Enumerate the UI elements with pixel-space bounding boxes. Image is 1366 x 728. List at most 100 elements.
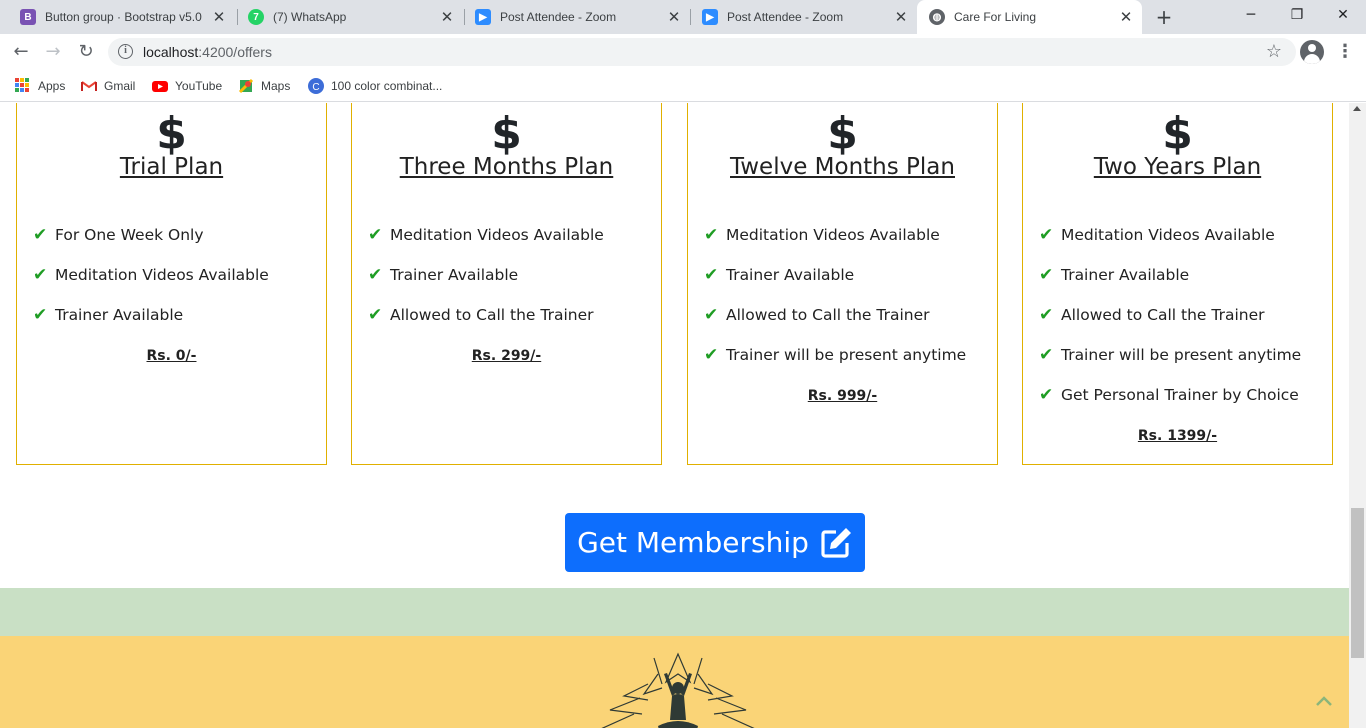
tab-strip: B Button group · Bootstrap v5.0 ✕ 7 (7) …	[0, 0, 1366, 34]
feature-item: ✔ Trainer Available	[368, 255, 604, 295]
feature-item: ✔ Get Personal Trainer by Choice	[1039, 375, 1301, 415]
feature-item: ✔ For One Week Only	[33, 215, 269, 255]
tab-title: Post Attendee - Zoom	[500, 10, 617, 24]
feature-text: Trainer will be present anytime	[1061, 346, 1302, 364]
dollar-icon: $	[156, 108, 187, 159]
url-text: localhost:4200/offers	[143, 38, 272, 66]
feature-text: For One Week Only	[55, 226, 204, 244]
back-button[interactable]: ←	[8, 40, 34, 64]
bookmark-color-combinations[interactable]: C 100 color combinat...	[308, 76, 442, 96]
close-icon[interactable]: ✕	[211, 8, 227, 26]
zoom-icon: ▶	[702, 9, 718, 25]
feature-text: Meditation Videos Available	[390, 226, 604, 244]
check-icon: ✔	[33, 265, 48, 285]
page-viewport: $ Trial Plan ✔ For One Week Only ✔ Meditat…	[0, 103, 1366, 728]
feature-item: ✔ Trainer Available	[704, 255, 966, 295]
get-membership-button[interactable]: Get Membership	[565, 513, 865, 572]
close-icon[interactable]: ✕	[439, 8, 455, 26]
globe-icon: ◍	[929, 9, 945, 25]
vertical-scrollbar[interactable]	[1349, 103, 1366, 728]
plan-price: Rs. 299/-	[471, 348, 542, 364]
check-icon: ✔	[704, 265, 719, 285]
feature-list: ✔ Meditation Videos Available ✔ Trainer Av…	[368, 215, 604, 335]
bookmark-gmail[interactable]: Gmail	[81, 76, 135, 96]
feature-text: Meditation Videos Available	[55, 266, 269, 284]
bookmarks-bar: Apps Gmail YouTube Maps C 100 color comb…	[0, 70, 1366, 102]
feature-item: ✔ Allowed to Call the Trainer	[368, 295, 604, 335]
close-icon[interactable]: ✕	[893, 8, 909, 26]
scrollbar-thumb[interactable]	[1351, 508, 1364, 658]
plan-card-three-months: $ Three Months Plan ✔ Meditation Videos A…	[351, 103, 662, 465]
url-input[interactable]: i localhost:4200/offers ☆	[108, 38, 1296, 66]
feature-item: ✔ Meditation Videos Available	[33, 255, 269, 295]
scroll-up-arrow-icon[interactable]	[1353, 106, 1361, 111]
site-info-icon[interactable]: i	[118, 44, 133, 59]
plan-title: Trial Plan	[119, 154, 224, 180]
tab-title: (7) WhatsApp	[273, 10, 347, 24]
bookmark-label: Apps	[38, 79, 66, 93]
feature-text: Trainer Available	[390, 266, 519, 284]
bookmark-label: Gmail	[104, 79, 136, 93]
feature-item: ✔ Meditation Videos Available	[368, 215, 604, 255]
feature-item: ✔ Allowed to Call the Trainer	[704, 295, 966, 335]
feature-item: ✔ Meditation Videos Available	[704, 215, 966, 255]
feature-list: ✔ For One Week Only ✔ Meditation Videos Av…	[33, 215, 269, 335]
window-close-button[interactable]: ✕	[1320, 0, 1366, 30]
feature-item: ✔ Trainer Available	[33, 295, 269, 335]
tab-bootstrap[interactable]: B Button group · Bootstrap v5.0 ✕	[8, 0, 235, 34]
url-host: localhost	[143, 44, 199, 60]
check-icon: ✔	[33, 305, 48, 325]
check-icon: ✔	[1039, 345, 1054, 365]
close-icon[interactable]: ✕	[1118, 8, 1134, 26]
bookmark-maps[interactable]: Maps	[238, 76, 290, 96]
bookmark-star-icon[interactable]: ☆	[1266, 41, 1282, 62]
feature-text: Get Personal Trainer by Choice	[1061, 386, 1299, 404]
tab-care-for-living[interactable]: ◍ Care For Living ✕	[917, 0, 1142, 34]
plan-price: Rs. 0/-	[146, 348, 197, 364]
tab-zoom-2[interactable]: ▶ Post Attendee - Zoom ✕	[690, 0, 917, 34]
reload-button[interactable]: ↻	[73, 40, 99, 64]
tab-whatsapp[interactable]: 7 (7) WhatsApp ✕	[236, 0, 463, 34]
bookmark-apps[interactable]: Apps	[15, 76, 65, 96]
profile-avatar[interactable]	[1300, 40, 1324, 64]
feature-item: ✔ Allowed to Call the Trainer	[1039, 295, 1301, 335]
plan-title: Three Months Plan	[399, 154, 614, 180]
maps-icon	[238, 78, 254, 94]
minimize-button[interactable]: ─	[1228, 0, 1274, 30]
address-bar: ← → ↻ i localhost:4200/offers ☆	[0, 34, 1366, 70]
apps-grid-icon	[15, 78, 31, 94]
plan-price: Rs. 999/-	[807, 388, 878, 404]
bookmark-label: Maps	[261, 79, 291, 93]
tab-zoom-1[interactable]: ▶ Post Attendee - Zoom ✕	[463, 0, 690, 34]
menu-kebab-icon[interactable]: ⋮	[1336, 40, 1354, 64]
youtube-icon	[152, 78, 168, 94]
back-to-top-icon[interactable]	[1314, 693, 1334, 709]
check-icon: ✔	[1039, 225, 1054, 245]
close-icon[interactable]: ✕	[666, 8, 682, 26]
bookmark-label: YouTube	[175, 79, 223, 93]
check-icon: ✔	[1039, 265, 1054, 285]
feature-item: ✔ Trainer will be present anytime	[704, 335, 966, 375]
plan-card-trial: $ Trial Plan ✔ For One Week Only ✔ Meditat…	[16, 103, 327, 465]
footer-band-green	[0, 588, 1349, 636]
feature-item: ✔ Trainer Available	[1039, 255, 1301, 295]
feature-text: Trainer Available	[1061, 266, 1190, 284]
feature-item: ✔ Meditation Videos Available	[1039, 215, 1301, 255]
check-icon: ✔	[368, 225, 383, 245]
feature-text: Trainer Available	[55, 306, 184, 324]
whatsapp-icon: 7	[248, 9, 264, 25]
plan-title: Twelve Months Plan	[730, 154, 955, 180]
zoom-icon: ▶	[475, 9, 491, 25]
feature-text: Meditation Videos Available	[726, 226, 940, 244]
feature-item: ✔ Trainer will be present anytime	[1039, 335, 1301, 375]
canva-icon: C	[308, 78, 324, 94]
feature-text: Trainer Available	[726, 266, 855, 284]
restore-button[interactable]: ❐	[1274, 0, 1320, 30]
bookmark-youtube[interactable]: YouTube	[152, 76, 222, 96]
check-icon: ✔	[368, 305, 383, 325]
plan-card-twelve-months: $ Twelve Months Plan ✔ Meditation Videos …	[687, 103, 998, 465]
plan-card-two-years: $ Two Years Plan ✔ Meditation Videos Avai…	[1022, 103, 1333, 465]
feature-text: Allowed to Call the Trainer	[390, 306, 594, 324]
new-tab-button[interactable]: +	[1152, 5, 1176, 29]
forward-button[interactable]: →	[40, 40, 66, 64]
